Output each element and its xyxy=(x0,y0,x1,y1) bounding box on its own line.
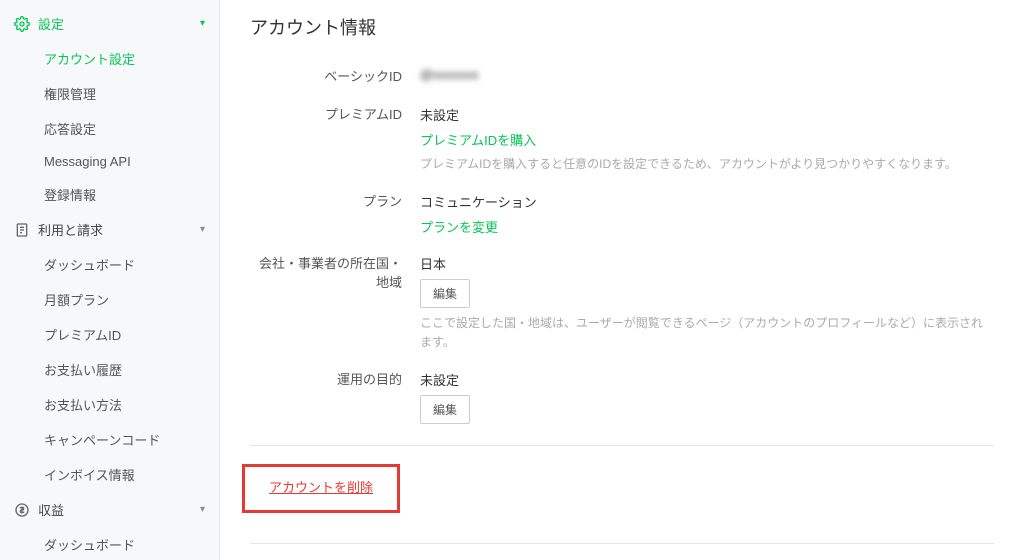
sidebar: 設定 ▾ アカウント設定 権限管理 応答設定 Messaging API 登録情… xyxy=(0,0,220,560)
nav-group-label: 設定 xyxy=(38,14,64,33)
row-purpose: 運用の目的 未設定 編集 xyxy=(250,361,994,433)
document-icon xyxy=(14,222,30,238)
region-value: 日本 xyxy=(420,254,994,273)
premium-id-help: プレミアムIDを購入すると任意のIDを設定できるため、アカウントがより見つかりや… xyxy=(420,155,994,174)
purpose-label: 運用の目的 xyxy=(250,370,420,390)
row-region: 会社・事業者の所在国・地域 日本 編集 ここで設定した国・地域は、ユーザーが閲覧… xyxy=(250,245,994,361)
purpose-value: 未設定 xyxy=(420,370,994,389)
row-premium-id: プレミアムID 未設定 プレミアムIDを購入 プレミアムIDを購入すると任意のI… xyxy=(250,96,994,183)
nav-group-label: 収益 xyxy=(38,500,64,519)
nav-group-settings[interactable]: 設定 ▾ xyxy=(0,6,219,41)
region-help: ここで設定した国・地域は、ユーザーが閲覧できるページ（アカウントのプロフィールな… xyxy=(420,314,994,352)
region-edit-button[interactable]: 編集 xyxy=(420,279,470,308)
sidebar-item-dashboard[interactable]: ダッシュボード xyxy=(0,247,219,282)
nav-group-revenue[interactable]: 収益 ▾ xyxy=(0,492,219,527)
sidebar-item-messaging-api[interactable]: Messaging API xyxy=(0,146,219,177)
purpose-edit-button[interactable]: 編集 xyxy=(420,395,470,424)
sidebar-item-payment-method[interactable]: お支払い方法 xyxy=(0,387,219,422)
sidebar-item-response-settings[interactable]: 応答設定 xyxy=(0,111,219,146)
chevron-down-icon: ▾ xyxy=(200,504,205,515)
premium-id-label: プレミアムID xyxy=(250,105,420,125)
main-content: アカウント情報 ベーシックID @xxxxxxx プレミアムID 未設定 プレミ… xyxy=(220,0,1024,560)
chevron-down-icon: ▾ xyxy=(200,224,205,235)
basic-id-value: @xxxxxxx xyxy=(420,67,479,82)
sidebar-item-invoice[interactable]: インボイス情報 xyxy=(0,457,219,492)
danger-section: アカウントを削除 xyxy=(250,445,994,543)
gear-icon xyxy=(14,16,30,32)
basic-id-label: ベーシックID xyxy=(250,67,420,87)
plan-value: コミュニケーション xyxy=(420,192,994,211)
nav-group-label: 利用と請求 xyxy=(38,220,103,239)
sidebar-item-payment-history[interactable]: お支払い履歴 xyxy=(0,352,219,387)
sidebar-item-monthly-plan[interactable]: 月額プラン xyxy=(0,282,219,317)
row-plan: プラン コミュニケーション プランを変更 xyxy=(250,183,994,245)
plan-label: プラン xyxy=(250,192,420,212)
nav-group-billing[interactable]: 利用と請求 ▾ xyxy=(0,212,219,247)
content-footer: © LY Corporation 規約とポリシー xyxy=(250,543,994,560)
dollar-icon xyxy=(14,502,30,518)
sidebar-item-revenue-dashboard[interactable]: ダッシュボード xyxy=(0,527,219,560)
sidebar-item-premium-id[interactable]: プレミアムID xyxy=(0,317,219,352)
change-plan-link[interactable]: プランを変更 xyxy=(420,217,498,236)
row-basic-id: ベーシックID @xxxxxxx xyxy=(250,58,994,96)
sidebar-item-permissions[interactable]: 権限管理 xyxy=(0,76,219,111)
delete-highlight: アカウントを削除 xyxy=(242,464,400,513)
region-label: 会社・事業者の所在国・地域 xyxy=(250,254,420,293)
chevron-down-icon: ▾ xyxy=(200,18,205,29)
buy-premium-id-link[interactable]: プレミアムIDを購入 xyxy=(420,130,536,149)
sidebar-item-account-settings[interactable]: アカウント設定 xyxy=(0,41,219,76)
delete-account-link[interactable]: アカウントを削除 xyxy=(269,480,373,495)
page-title: アカウント情報 xyxy=(250,14,994,40)
sidebar-item-campaign-code[interactable]: キャンペーンコード xyxy=(0,422,219,457)
premium-id-value: 未設定 xyxy=(420,105,994,124)
sidebar-item-registration[interactable]: 登録情報 xyxy=(0,177,219,212)
